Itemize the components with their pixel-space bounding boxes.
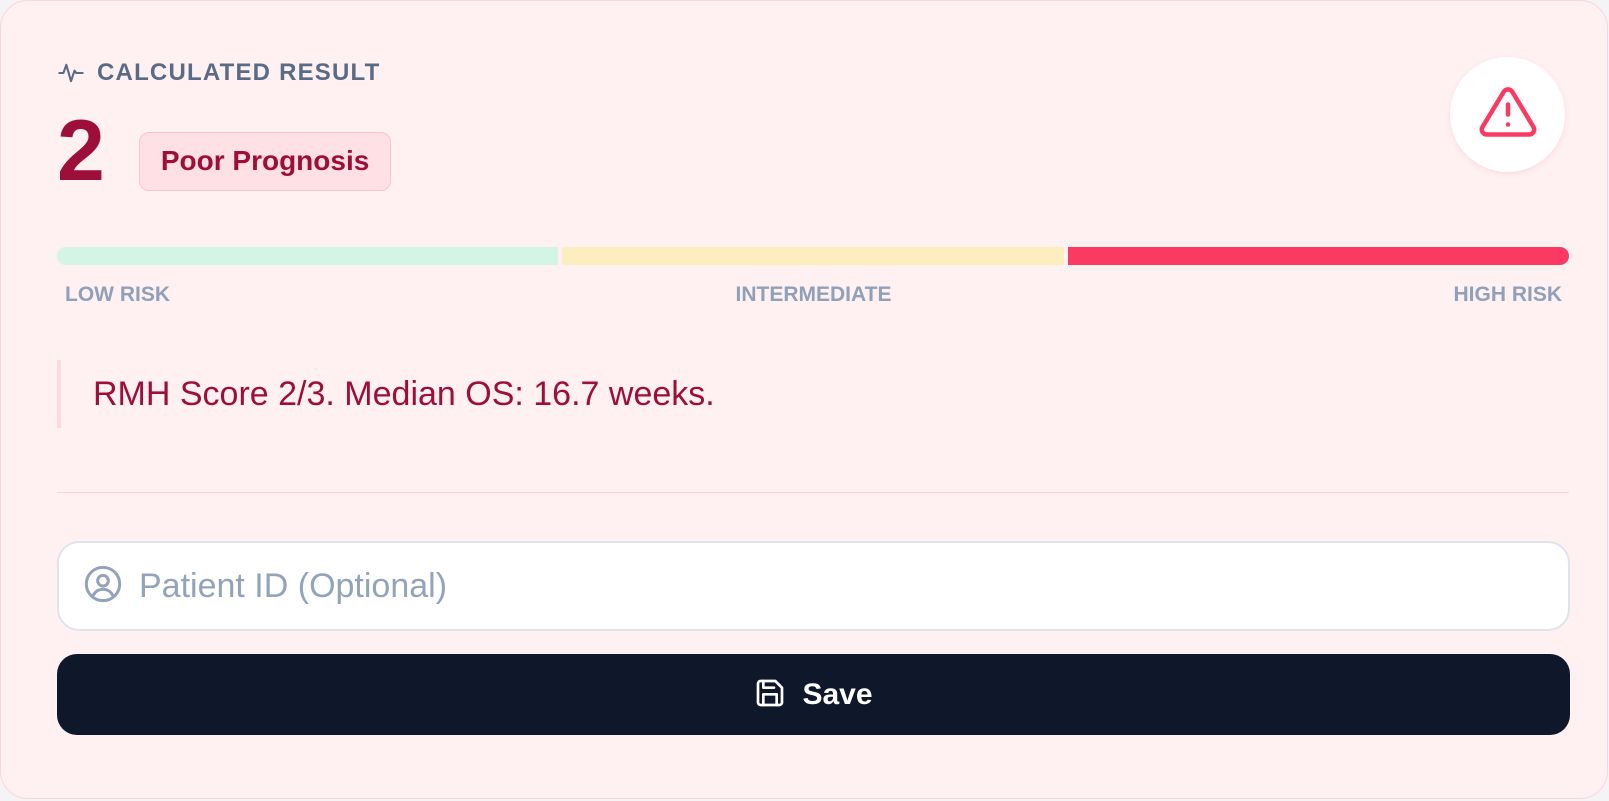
- patient-id-input[interactable]: [137, 555, 1568, 617]
- divider: [57, 492, 1569, 493]
- save-button[interactable]: Save: [57, 654, 1570, 735]
- risk-segment-high: [1067, 247, 1569, 265]
- prognosis-badge: Poor Prognosis: [138, 131, 392, 191]
- alert-indicator: [1450, 57, 1565, 172]
- result-summary: RMH Score 2/3. Median OS: 16.7 weeks.: [57, 360, 1569, 428]
- risk-scale-labels: LOW RISK INTERMEDIATE HIGH RISK: [65, 283, 1562, 307]
- save-button-label: Save: [802, 677, 873, 711]
- risk-label-low: LOW RISK: [65, 283, 170, 306]
- patient-id-field[interactable]: [57, 541, 1570, 631]
- activity-pulse-icon: [57, 59, 85, 87]
- floppy-disk-icon: [754, 677, 786, 712]
- user-circle-icon: [83, 564, 123, 609]
- result-heading: CALCULATED RESULT: [97, 59, 381, 86]
- result-card: CALCULATED RESULT 2 Poor Prognosis LOW R…: [0, 0, 1608, 799]
- risk-label-intermediate: INTERMEDIATE: [735, 283, 892, 306]
- risk-scale-bar: [57, 247, 1569, 265]
- result-header: CALCULATED RESULT: [57, 57, 381, 89]
- warning-triangle-icon: [1478, 82, 1538, 147]
- risk-label-high: HIGH RISK: [1453, 283, 1562, 306]
- score-value: 2: [57, 103, 105, 199]
- risk-segment-low: [57, 247, 559, 265]
- risk-segment-intermediate: [562, 247, 1064, 265]
- score-row: 2 Poor Prognosis: [57, 101, 392, 201]
